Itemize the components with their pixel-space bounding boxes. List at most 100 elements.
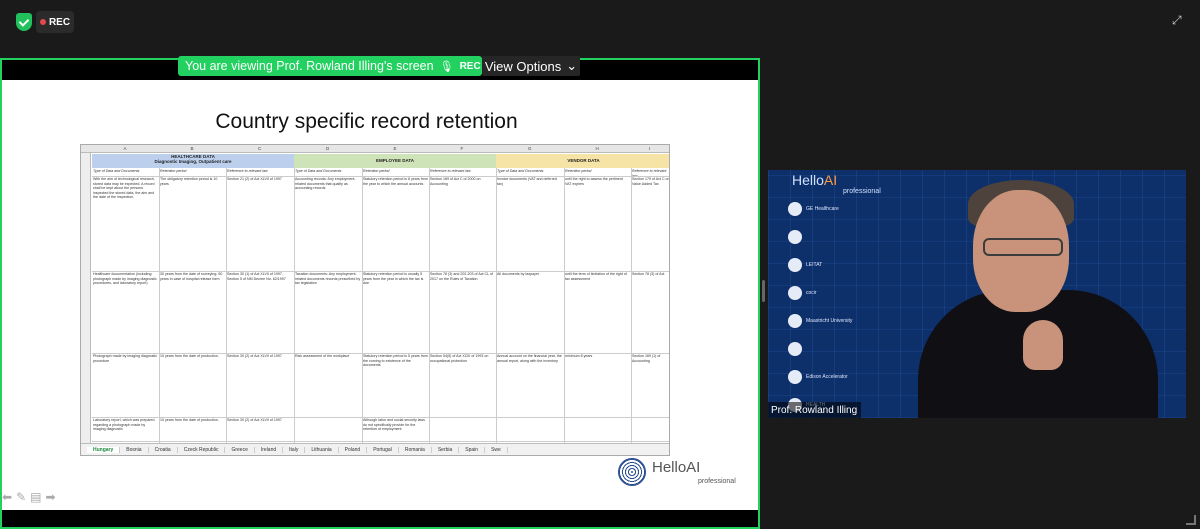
backdrop-brand-ai: AI	[823, 172, 838, 188]
table-cell: 10 years from the date of production.	[160, 354, 219, 358]
banner-rec-label: REC	[459, 60, 481, 72]
column-letter: H	[595, 146, 599, 151]
table-cell	[429, 417, 496, 441]
sponsor-logo-label: cocir	[806, 290, 817, 296]
band-vendor: VENDOR DATA	[496, 154, 669, 168]
helloai-logo: HelloAI professional	[618, 456, 738, 490]
recording-indicator[interactable]: REC	[36, 11, 74, 33]
pen-icon[interactable]: ✎	[16, 490, 26, 506]
backdrop-brand: HelloAI	[792, 172, 837, 188]
column-letter: B	[190, 146, 194, 151]
table-cell	[631, 417, 669, 441]
brand-name: HelloAI	[652, 459, 701, 476]
column-letter: C	[258, 146, 262, 151]
column-letter: G	[528, 146, 532, 151]
globe-logo-icon	[618, 458, 646, 486]
sheet-tab[interactable]: Portugal	[367, 446, 399, 453]
table-cell: Section 78 (3) of Act	[632, 272, 665, 276]
microphone-icon: 🎙	[439, 60, 454, 73]
column-header-cell: Type of Data and Documents	[93, 169, 140, 173]
sheet-tab[interactable]: Romania	[399, 446, 432, 453]
sheet-tab[interactable]: Poland	[339, 446, 368, 453]
column-header-cell: Reference to relevant law	[227, 169, 268, 173]
table-cell: Section 169 (1) of Accounting	[632, 354, 661, 363]
backdrop-sub: professional	[843, 188, 881, 195]
annotation-tools: ⬅ ✎ ▤ ➡	[2, 490, 72, 506]
column-header-bar: A B C D E F G H I	[81, 145, 669, 153]
sheet-tab[interactable]: Lithuania	[305, 446, 339, 453]
presentation-slide: Country specific record retention A B C D E F…	[2, 80, 758, 510]
column-gridline	[362, 168, 363, 443]
table-cell: Section 54(5) of Act XCIII of 1993 on oc…	[430, 354, 489, 363]
table-cell: Section 78 (3) and 202-203 of Act CL of …	[430, 272, 493, 281]
sheet-tabs: Hungary Bosnia Croatia Czeck Republic Greece…	[81, 443, 669, 455]
sponsor-logos: GE Healthcare LEITAT cocir Maastricht Unive…	[788, 198, 878, 418]
meeting-window: REC ⤢ You are viewing Prof. Rowland Illi…	[0, 0, 1200, 529]
table-cell: The obligatory retention period is 10 ye…	[160, 177, 218, 186]
sponsor-logo-icon	[788, 314, 802, 328]
table-cell: until the right to assess the pertinent …	[565, 177, 623, 186]
record-dot-icon	[39, 19, 46, 25]
sheet-tab[interactable]: Swe	[485, 446, 508, 453]
sponsor-logo: GE Healthcare	[788, 198, 878, 220]
sheet-tab[interactable]: Italy	[283, 446, 306, 453]
table-cell: With the aim of technological research, …	[93, 177, 155, 200]
column-letter: D	[326, 146, 330, 151]
sponsor-logo-icon	[788, 286, 802, 300]
sheet-tab[interactable]: Spain	[459, 446, 486, 453]
table-cell: Section 21 (2) of Act XLVII of 1997	[227, 177, 282, 181]
table-cell	[564, 417, 631, 441]
sheet-tab[interactable]: Croatia	[149, 446, 178, 453]
column-letter: F	[460, 146, 464, 151]
person-hand	[1023, 320, 1063, 370]
resize-handle-icon[interactable]	[1186, 515, 1196, 525]
sponsor-logo-icon	[788, 258, 802, 272]
participant-video[interactable]: HelloAI professional GE Healthcare LEITAT…	[768, 170, 1186, 418]
sheet-tab[interactable]: Greece	[225, 446, 255, 453]
column-gridline	[159, 168, 160, 443]
sheet-cells: Type of Data and Documents Retention peri…	[92, 168, 669, 443]
sponsor-logo-icon	[788, 370, 802, 384]
backdrop-brand-hello: Hello	[792, 172, 824, 188]
slide-title: Country specific record retention	[215, 110, 518, 133]
spreadsheet-image: A B C D E F G H I HEALTHCARE DATA Diagnostic Ima…	[80, 144, 670, 456]
sheet-tab[interactable]: Serbia	[432, 446, 460, 453]
split-divider-handle[interactable]	[762, 280, 765, 302]
presenter-icon[interactable]: ▤	[30, 490, 41, 506]
column-gridline	[429, 168, 430, 443]
column-letter: A	[123, 146, 127, 151]
table-cell: Healthcare documentation (including: pho…	[93, 272, 157, 286]
expand-icon[interactable]: ⤢	[1172, 13, 1186, 27]
table-cell: Section 169 of Act C of 2000 on Accounti…	[430, 177, 481, 186]
sponsor-logo: Edison Accelerator	[788, 366, 878, 388]
column-header-cell: Reference to relevant law	[632, 169, 667, 176]
column-header-cell: Reference to relevant law	[430, 169, 471, 173]
sheet-tab[interactable]: Hungary	[87, 446, 121, 453]
sheet-tab[interactable]: Bosnia	[120, 446, 149, 453]
table-cell: Photograph made by imaging diagnostic pr…	[93, 354, 158, 363]
column-header-cell: Retention period	[160, 169, 187, 173]
sponsor-logo-icon	[788, 342, 802, 356]
sheet-tab[interactable]: Czeck Republic	[178, 446, 226, 453]
sponsor-logo-label: GE Healthcare	[806, 206, 839, 212]
sponsor-logo: cocir	[788, 282, 878, 304]
table-cell: Accounting records: Any employment-relat…	[295, 177, 356, 191]
viewing-banner: You are viewing Prof. Rowland Illing's s…	[178, 56, 482, 76]
arrow-right-icon[interactable]: ➡	[45, 490, 55, 506]
column-letter: E	[393, 146, 397, 151]
table-cell: Annual account on the financial year, th…	[497, 354, 562, 363]
shield-check-icon[interactable]	[16, 13, 32, 31]
recording-label: REC	[48, 16, 71, 28]
sponsor-logo: Maastricht University	[788, 310, 878, 332]
sponsor-logo-label: Maastricht University	[806, 318, 853, 324]
arrow-left-icon[interactable]: ⬅	[2, 490, 12, 506]
table-cell: Although labor and social security laws …	[363, 418, 425, 432]
column-gridline	[631, 168, 632, 443]
view-options-button[interactable]: View Options ⌄	[482, 56, 580, 76]
sponsor-logo-icon	[788, 202, 802, 216]
sheet-tab[interactable]: Ireland	[255, 446, 284, 453]
table-cell: 30 years from the date of surveying. 50 …	[160, 272, 223, 281]
chevron-down-icon: ⌄	[566, 58, 578, 73]
sponsor-logo	[788, 226, 878, 248]
sponsor-logo-label: Edison Accelerator	[806, 374, 848, 380]
